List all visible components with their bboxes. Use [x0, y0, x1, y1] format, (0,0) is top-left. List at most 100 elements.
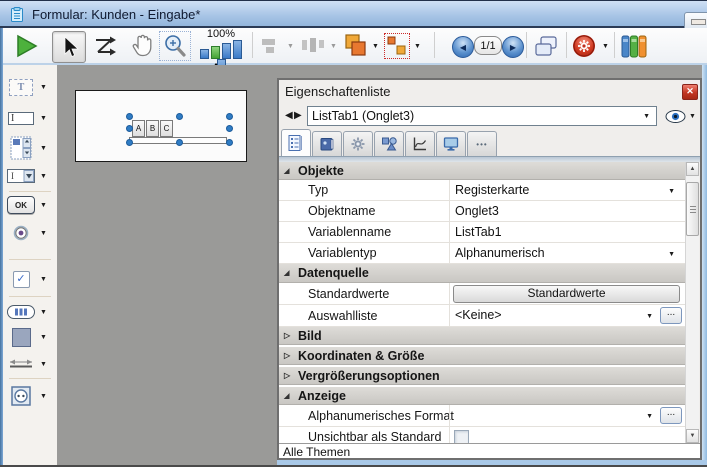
rectangle-tool[interactable]: ▼: [3, 328, 57, 347]
previous-object-button[interactable]: ◀: [285, 110, 293, 121]
rectangle-tool-dropdown[interactable]: ▼: [40, 334, 47, 341]
run-button[interactable]: [12, 32, 40, 60]
visibility-menu[interactable]: ▼: [665, 108, 699, 124]
select-tool-button[interactable]: [52, 31, 86, 63]
section-anzeige[interactable]: ◢ Anzeige: [279, 387, 685, 405]
splitter-tool-dropdown[interactable]: ▼: [40, 361, 47, 368]
text-tool-dropdown[interactable]: ▼: [40, 84, 47, 91]
zoom-bar-3[interactable]: [222, 43, 231, 59]
section-vergroesserung[interactable]: ▷ Vergrößerungsoptionen: [279, 367, 685, 385]
format-ellipsis-button[interactable]: ...: [660, 407, 682, 424]
scrollbar-thumb[interactable]: [686, 182, 699, 236]
expand-icon[interactable]: ▷: [284, 371, 294, 380]
previous-page-button[interactable]: ◀: [452, 36, 474, 58]
format-dropdown-arrow[interactable]: ▼: [646, 413, 653, 420]
button-tool[interactable]: OK ▼: [3, 196, 57, 214]
zoom-bar-1[interactable]: [200, 49, 209, 59]
typ-dropdown-arrow[interactable]: ▼: [668, 188, 675, 195]
button-bar-tool-dropdown[interactable]: ▼: [40, 309, 47, 316]
expand-icon[interactable]: ▷: [284, 351, 294, 360]
layers-button[interactable]: [342, 32, 370, 60]
plugin-area-tool[interactable]: ▼: [3, 386, 57, 406]
auswahlliste-dropdown-arrow[interactable]: ▼: [646, 313, 653, 320]
tab-a[interactable]: A: [132, 120, 145, 137]
align-button-disabled[interactable]: [258, 35, 284, 57]
checkbox-tool[interactable]: ✓ ▼: [3, 271, 57, 288]
scroll-up-button[interactable]: ▲: [686, 162, 699, 176]
zoom-gauge[interactable]: 100%: [194, 29, 248, 63]
selection-handle-bottom-middle[interactable]: [176, 139, 183, 146]
listbox-tool-dropdown[interactable]: ▼: [40, 145, 47, 152]
typ-value-cell[interactable]: Registerkarte ▼: [449, 180, 685, 200]
combobox-tool-dropdown[interactable]: ▼: [40, 173, 47, 180]
selection-dropdown-arrow[interactable]: ▼: [414, 43, 421, 50]
button-tool-dropdown[interactable]: ▼: [40, 202, 47, 209]
documentation-button[interactable]: [620, 32, 648, 60]
tab-help[interactable]: [312, 131, 342, 156]
page-indicator[interactable]: 1/1: [474, 36, 502, 55]
titlebar[interactable]: Formular: Kunden - Eingabe*: [0, 0, 707, 28]
tab-events[interactable]: [405, 131, 435, 156]
zoom-bar-current[interactable]: [211, 46, 220, 59]
selection-handle-top-middle[interactable]: [176, 113, 183, 120]
input-field-tool[interactable]: I ▼: [3, 112, 57, 125]
selection-handle-top-right[interactable]: [226, 113, 233, 120]
tab-properties-list[interactable]: [281, 129, 311, 156]
text-label-tool[interactable]: T ▼: [3, 79, 57, 96]
tab-more[interactable]: •••: [467, 131, 497, 156]
tab-objects[interactable]: [374, 131, 404, 156]
layers-dropdown-arrow[interactable]: ▼: [372, 43, 379, 50]
next-page-button[interactable]: ▶: [502, 36, 524, 58]
radio-tool-dropdown[interactable]: ▼: [40, 230, 47, 237]
objektname-value-cell[interactable]: Onglet3: [449, 201, 685, 221]
form-page[interactable]: A B C: [75, 90, 247, 162]
align-dropdown-arrow[interactable]: ▼: [287, 43, 294, 50]
selection-handle-top-left[interactable]: [126, 113, 133, 120]
radio-button-tool[interactable]: ▼: [3, 225, 57, 241]
variablentyp-value-cell[interactable]: Alphanumerisch ▼: [449, 243, 685, 263]
properties-scrollbar[interactable]: ▲ ▼: [685, 162, 699, 443]
tab-settings[interactable]: [343, 131, 373, 156]
zoom-tool-button[interactable]: [159, 31, 191, 61]
splitter-tool[interactable]: ▼: [3, 356, 57, 372]
selection-handle-middle-right[interactable]: [226, 125, 233, 132]
selector-dropdown-arrow[interactable]: ▼: [643, 113, 650, 120]
tab-display[interactable]: [436, 131, 466, 156]
section-datenquelle[interactable]: ◢ Datenquelle: [279, 264, 685, 283]
section-objekte[interactable]: ◢ Objekte: [279, 162, 685, 180]
variablenname-value-cell[interactable]: ListTab1: [449, 222, 685, 242]
auswahlliste-ellipsis-button[interactable]: ...: [660, 307, 682, 324]
eye-dropdown-arrow[interactable]: ▼: [689, 113, 696, 120]
pan-tool-button[interactable]: [128, 32, 156, 60]
standardwerte-button[interactable]: Standardwerte: [453, 285, 680, 303]
properties-header[interactable]: Eigenschaftenliste ✕: [279, 80, 700, 102]
button-bar-tool[interactable]: ▼: [3, 305, 57, 319]
selection-mode-button[interactable]: [384, 33, 410, 59]
tab-order-tool-button[interactable]: [92, 33, 120, 59]
collapse-icon[interactable]: ◢: [284, 269, 294, 277]
pages-button[interactable]: [532, 32, 560, 60]
format-value-cell[interactable]: ▼ ...: [449, 405, 685, 426]
checkbox-tool-dropdown[interactable]: ▼: [40, 276, 47, 283]
next-object-button[interactable]: ▶: [294, 110, 302, 121]
scroll-down-button[interactable]: ▼: [686, 429, 699, 443]
combobox-tool[interactable]: I ▼: [3, 169, 57, 183]
expand-icon[interactable]: ▷: [284, 331, 294, 340]
plugin-tool-dropdown[interactable]: ▼: [40, 393, 47, 400]
zoom-bar-4[interactable]: [233, 40, 242, 59]
distribute-button-disabled[interactable]: [298, 34, 328, 58]
tab-b[interactable]: B: [146, 120, 159, 137]
themes-footer[interactable]: Alle Themen: [279, 443, 700, 458]
selection-handle-bottom-left[interactable]: [126, 139, 133, 146]
listbox-tool[interactable]: ▼: [3, 136, 57, 160]
section-koordinaten[interactable]: ▷ Koordinaten & Größe: [279, 347, 685, 365]
unsichtbar-checkbox[interactable]: [454, 430, 469, 443]
tab-c[interactable]: C: [160, 120, 173, 137]
selection-handle-middle-left[interactable]: [126, 125, 133, 132]
distribute-dropdown-arrow[interactable]: ▼: [330, 43, 337, 50]
collapse-icon[interactable]: ◢: [284, 392, 294, 400]
object-selector-combobox[interactable]: ListTab1 (Onglet3) ▼: [307, 106, 657, 126]
collapse-icon[interactable]: ◢: [284, 167, 294, 175]
auswahlliste-value-cell[interactable]: <Keine> ▼ ...: [449, 305, 685, 326]
execute-dropdown-arrow[interactable]: ▼: [602, 43, 609, 50]
